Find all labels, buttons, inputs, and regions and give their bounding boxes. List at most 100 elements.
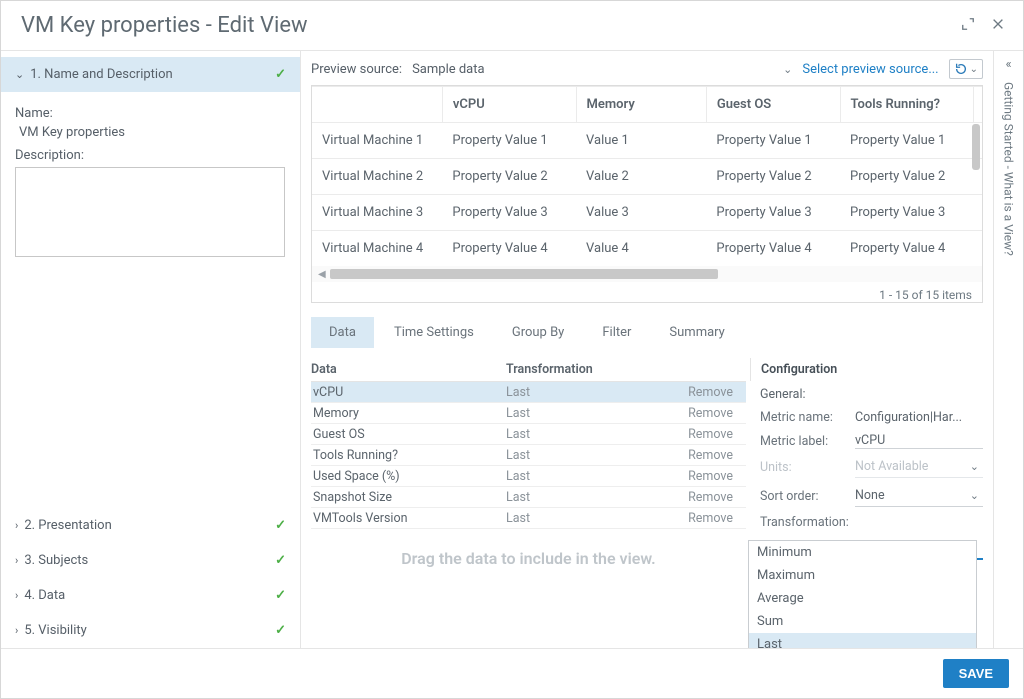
check-icon: ✓ <box>275 588 286 603</box>
table-cell: Virtual Machine 1 <box>312 123 442 159</box>
dropdown-option[interactable]: Last <box>749 633 976 648</box>
grid-header[interactable]: Memory <box>576 87 706 123</box>
page-title: VM Key properties - Edit View <box>21 13 308 38</box>
expand-panel-icon[interactable]: « <box>1005 57 1011 72</box>
metric-name-value: Configuration|Har... <box>855 410 983 425</box>
remove-link[interactable]: Remove <box>663 406 733 421</box>
dropdown-option[interactable]: Average <box>749 587 976 610</box>
check-icon: ✓ <box>275 518 286 533</box>
remove-link[interactable]: Remove <box>663 490 733 505</box>
tab-data[interactable]: Data <box>311 317 374 348</box>
table-row[interactable]: Virtual Machine 2Property Value 2Value 2… <box>312 159 982 195</box>
chevron-down-icon[interactable]: ⌄ <box>783 63 792 76</box>
horizontal-scrollbar[interactable]: ◀ <box>312 266 982 282</box>
data-row[interactable]: vCPULastRemove <box>311 382 746 403</box>
data-row-transformation: Last <box>506 385 663 400</box>
table-row[interactable]: Virtual Machine 3Property Value 3Value 3… <box>312 195 982 231</box>
general-label: General: <box>760 387 983 402</box>
footer: SAVE <box>1 648 1023 698</box>
titlebar: VM Key properties - Edit View <box>1 1 1023 50</box>
table-row[interactable]: Virtual Machine 1Property Value 1Value 1… <box>312 123 982 159</box>
wizard-step-1[interactable]: ⌄1. Name and Description ✓ <box>1 57 300 92</box>
save-button[interactable]: SAVE <box>943 659 1009 688</box>
chevron-down-icon: ⌄ <box>15 68 24 81</box>
data-row[interactable]: Tools Running?LastRemove <box>311 445 746 466</box>
table-cell: Property Value 1 <box>442 123 576 159</box>
wizard-step-2[interactable]: › 2. Presentation ✓ <box>1 508 300 543</box>
preview-source-value[interactable]: Sample data <box>412 62 773 77</box>
wizard-step-3[interactable]: ›3. Subjects ✓ <box>1 543 300 578</box>
wizard-step-4[interactable]: ›4. Data ✓ <box>1 578 300 613</box>
tab-time-settings[interactable]: Time Settings <box>376 317 492 348</box>
remove-link[interactable]: Remove <box>663 469 733 484</box>
chevron-right-icon: › <box>15 554 18 567</box>
select-preview-source-link[interactable]: Select preview source... <box>802 62 938 77</box>
chevron-down-icon: ⌄ <box>970 460 979 473</box>
data-row-name: vCPU <box>311 385 506 400</box>
dropdown-option[interactable]: Maximum <box>749 564 976 587</box>
table-row[interactable]: Virtual Machine 4Property Value 4Value 4… <box>312 231 982 267</box>
tab-group-by[interactable]: Group By <box>494 317 583 348</box>
transformation-dropdown[interactable]: MinimumMaximumAverageSumLastStandard Dev… <box>748 540 977 648</box>
remove-link[interactable]: Remove <box>663 427 733 442</box>
table-cell: Property Value 2 <box>706 159 840 195</box>
data-row-transformation: Last <box>506 490 663 505</box>
data-row[interactable]: VMTools VersionLastRemove <box>311 508 746 529</box>
expand-window-icon[interactable] <box>961 16 975 35</box>
sort-order-select[interactable]: None⌄ <box>855 486 983 507</box>
data-row-transformation: Last <box>506 427 663 442</box>
preview-source-label: Preview source: <box>311 62 402 77</box>
tab-summary[interactable]: Summary <box>651 317 742 348</box>
data-row-name: Tools Running? <box>311 448 506 463</box>
table-cell: Property Value 4 <box>840 231 974 267</box>
check-icon: ✓ <box>275 623 286 638</box>
data-row-transformation: Last <box>506 406 663 421</box>
configuration-panel: Configuration General: Metric name: Conf… <box>746 358 993 648</box>
wizard-panel: ⌄1. Name and Description ✓ Name: VM Key … <box>1 51 301 648</box>
tab-filter[interactable]: Filter <box>584 317 649 348</box>
table-cell: Va <box>974 231 982 267</box>
vertical-scrollbar[interactable] <box>972 124 980 216</box>
sort-order-label: Sort order: <box>760 489 855 504</box>
units-label: Units: <box>760 460 855 475</box>
metric-label-label: Metric label: <box>760 434 855 449</box>
data-row[interactable]: MemoryLastRemove <box>311 403 746 424</box>
table-cell: Value 2 <box>576 159 706 195</box>
right-panel-collapsed: « Getting Started - What is a View? <box>993 51 1023 648</box>
remove-link[interactable]: Remove <box>663 511 733 526</box>
grid-header[interactable]: vCPU <box>442 87 576 123</box>
name-label: Name: <box>15 106 286 121</box>
data-row-name: Guest OS <box>311 427 506 442</box>
chevron-right-icon: › <box>15 624 18 637</box>
chevron-right-icon: › <box>15 519 18 532</box>
table-cell: Value 3 <box>576 195 706 231</box>
metric-label-input[interactable]: vCPU <box>855 433 983 449</box>
wizard-step-label: 2. Presentation <box>24 518 111 533</box>
data-row[interactable]: Used Space (%)LastRemove <box>311 466 746 487</box>
data-row-name: VMTools Version <box>311 511 506 526</box>
grid-header[interactable]: Guest OS <box>706 87 840 123</box>
wizard-step-label: 5. Visibility <box>24 623 86 638</box>
grid-header[interactable]: Tools Running? <box>840 87 974 123</box>
table-cell: Property Value 4 <box>442 231 576 267</box>
name-value: VM Key properties <box>19 125 286 140</box>
data-row[interactable]: Snapshot SizeLastRemove <box>311 487 746 508</box>
right-panel-title[interactable]: Getting Started - What is a View? <box>1002 82 1016 256</box>
table-cell: Virtual Machine 3 <box>312 195 442 231</box>
close-icon[interactable] <box>991 16 1005 35</box>
dropdown-option[interactable]: Sum <box>749 610 976 633</box>
refresh-button[interactable]: ⌄ <box>949 59 983 79</box>
data-row-name: Memory <box>311 406 506 421</box>
grid-header[interactable] <box>312 87 442 123</box>
wizard-step-5[interactable]: › 5. Visibility ✓ <box>1 613 300 648</box>
table-cell: Property Value 2 <box>840 159 974 195</box>
grid-header[interactable]: Used S <box>974 87 982 123</box>
check-icon: ✓ <box>275 67 286 82</box>
table-cell: Property Value 1 <box>706 123 840 159</box>
table-cell: Virtual Machine 2 <box>312 159 442 195</box>
data-row[interactable]: Guest OSLastRemove <box>311 424 746 445</box>
dropdown-option[interactable]: Minimum <box>749 541 976 564</box>
description-input[interactable] <box>15 167 285 257</box>
remove-link[interactable]: Remove <box>663 385 733 400</box>
remove-link[interactable]: Remove <box>663 448 733 463</box>
